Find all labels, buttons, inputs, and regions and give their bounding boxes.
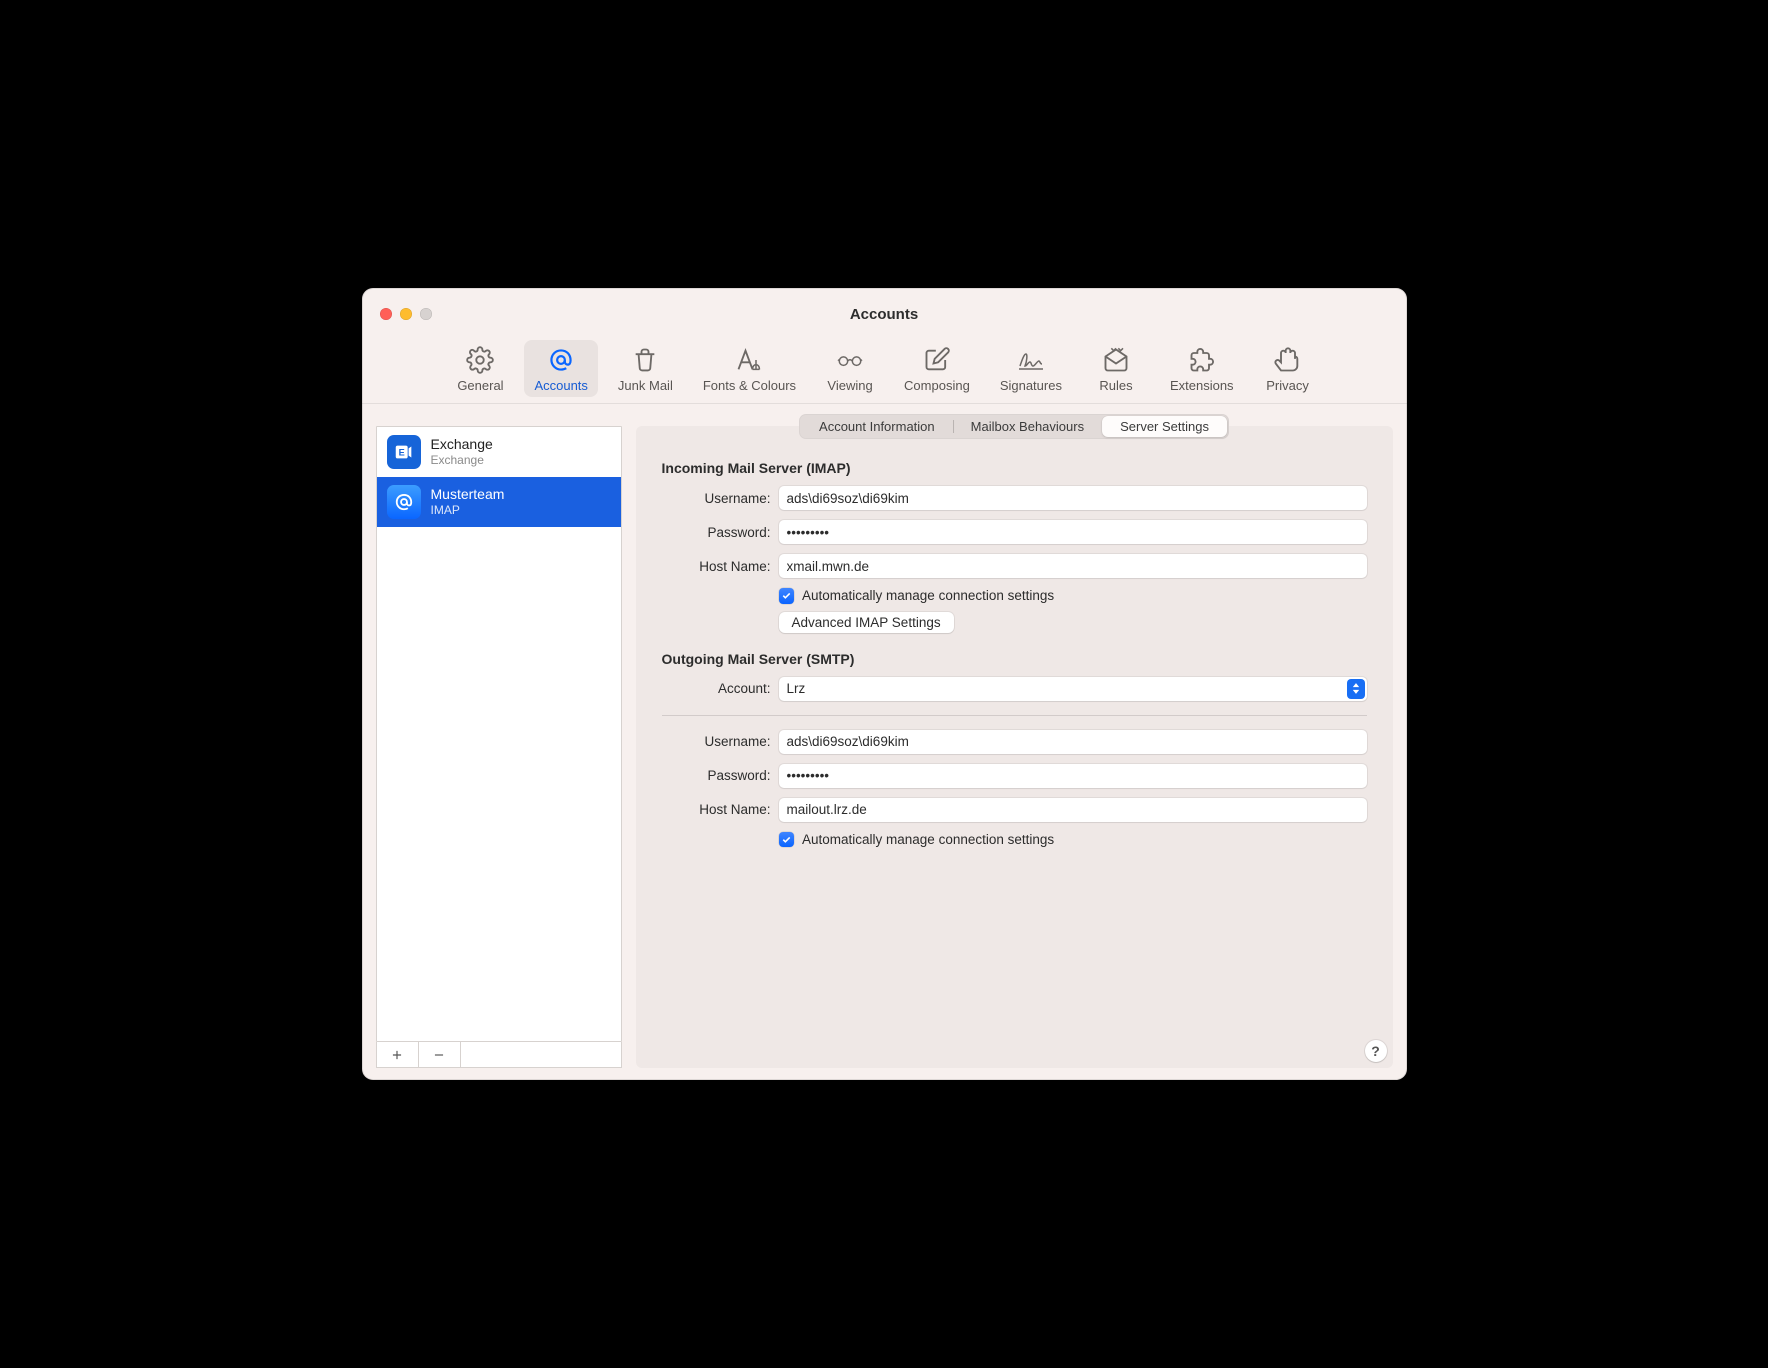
server-settings-content: Incoming Mail Server (IMAP) Username: Pa…	[636, 426, 1393, 875]
preferences-window: Accounts General Accounts Junk Mail Fon	[362, 288, 1407, 1080]
account-type: Exchange	[431, 453, 493, 467]
toolbar-label: Composing	[904, 378, 970, 393]
outgoing-account-select[interactable]: Lrz	[779, 677, 1367, 701]
tab-account-information[interactable]: Account Information	[801, 416, 953, 437]
checkbox-checked-icon	[779, 588, 795, 604]
body: E Exchange Exchange Musterteam IMAP	[362, 404, 1407, 1082]
outgoing-username-field[interactable]	[779, 730, 1367, 754]
at-icon	[387, 485, 421, 519]
account-name: Musterteam	[431, 486, 505, 503]
toolbar-label: Fonts & Colours	[703, 378, 796, 393]
accounts-sidebar: E Exchange Exchange Musterteam IMAP	[376, 426, 622, 1068]
trash-icon	[631, 346, 659, 374]
outgoing-auto-manage-checkbox[interactable]: Automatically manage connection settings	[779, 832, 1367, 848]
toolbar-label: General	[457, 378, 503, 393]
toolbar-item-fonts-colours[interactable]: Fonts & Colours	[693, 340, 806, 397]
rules-icon	[1102, 346, 1130, 374]
preferences-toolbar: General Accounts Junk Mail Fonts & Colou…	[362, 340, 1407, 404]
incoming-password-field[interactable]	[779, 520, 1367, 544]
outgoing-password-field[interactable]	[779, 764, 1367, 788]
toolbar-label: Viewing	[827, 378, 872, 393]
toolbar-item-accounts[interactable]: Accounts	[524, 340, 597, 397]
help-button[interactable]: ?	[1365, 1040, 1387, 1062]
incoming-hostname-label: Host Name:	[662, 559, 779, 574]
toolbar-item-junk-mail[interactable]: Junk Mail	[608, 340, 683, 397]
incoming-hostname-field[interactable]	[779, 554, 1367, 578]
puzzle-icon	[1188, 346, 1216, 374]
toolbar-item-viewing[interactable]: Viewing	[816, 340, 884, 397]
outgoing-password-label: Password:	[662, 768, 779, 783]
incoming-auto-manage-label: Automatically manage connection settings	[802, 588, 1054, 603]
sidebar-footer-spacer	[461, 1042, 621, 1067]
glasses-icon	[836, 346, 864, 374]
outgoing-hostname-label: Host Name:	[662, 802, 779, 817]
exchange-icon: E	[387, 435, 421, 469]
account-row-musterteam[interactable]: Musterteam IMAP	[377, 477, 621, 527]
toolbar-item-general[interactable]: General	[446, 340, 514, 397]
toolbar-label: Extensions	[1170, 378, 1234, 393]
updown-icon	[1347, 679, 1365, 699]
outgoing-hostname-field[interactable]	[779, 798, 1367, 822]
divider	[662, 715, 1367, 716]
toolbar-item-composing[interactable]: Composing	[894, 340, 980, 397]
outgoing-auto-manage-label: Automatically manage connection settings	[802, 832, 1054, 847]
incoming-password-label: Password:	[662, 525, 779, 540]
toolbar-label: Signatures	[1000, 378, 1062, 393]
titlebar: Accounts	[362, 288, 1407, 340]
outgoing-section-title: Outgoing Mail Server (SMTP)	[662, 651, 1367, 667]
window-title: Accounts	[362, 306, 1407, 323]
incoming-username-field[interactable]	[779, 486, 1367, 510]
add-account-button[interactable]	[377, 1042, 419, 1067]
svg-text:E: E	[398, 448, 404, 458]
signature-icon	[1017, 346, 1045, 374]
incoming-auto-manage-checkbox[interactable]: Automatically manage connection settings	[779, 588, 1367, 604]
account-tabs: Account Information Mailbox Behaviours S…	[799, 414, 1229, 439]
outgoing-account-label: Account:	[662, 681, 779, 696]
account-row-exchange[interactable]: E Exchange Exchange	[377, 427, 621, 477]
toolbar-item-signatures[interactable]: Signatures	[990, 340, 1072, 397]
toolbar-item-privacy[interactable]: Privacy	[1254, 340, 1322, 397]
outgoing-username-label: Username:	[662, 734, 779, 749]
sidebar-footer	[376, 1042, 622, 1068]
accounts-list: E Exchange Exchange Musterteam IMAP	[376, 426, 622, 1042]
toolbar-label: Privacy	[1266, 378, 1309, 393]
checkbox-checked-icon	[779, 832, 795, 848]
toolbar-label: Junk Mail	[618, 378, 673, 393]
remove-account-button[interactable]	[419, 1042, 461, 1067]
hand-icon	[1274, 346, 1302, 374]
account-type: IMAP	[431, 503, 505, 517]
account-name: Exchange	[431, 436, 493, 453]
advanced-imap-settings-button[interactable]: Advanced IMAP Settings	[779, 612, 954, 633]
toolbar-item-rules[interactable]: Rules	[1082, 340, 1150, 397]
main-panel: Account Information Mailbox Behaviours S…	[636, 426, 1393, 1068]
tab-server-settings[interactable]: Server Settings	[1102, 416, 1227, 437]
outgoing-account-value: Lrz	[787, 681, 806, 696]
tab-mailbox-behaviours[interactable]: Mailbox Behaviours	[953, 416, 1102, 437]
at-icon	[547, 346, 575, 374]
toolbar-label: Rules	[1099, 378, 1132, 393]
toolbar-item-extensions[interactable]: Extensions	[1160, 340, 1244, 397]
incoming-username-label: Username:	[662, 491, 779, 506]
incoming-section-title: Incoming Mail Server (IMAP)	[662, 460, 1367, 476]
compose-icon	[923, 346, 951, 374]
toolbar-label: Accounts	[534, 378, 587, 393]
gear-icon	[466, 346, 494, 374]
font-icon	[735, 346, 763, 374]
